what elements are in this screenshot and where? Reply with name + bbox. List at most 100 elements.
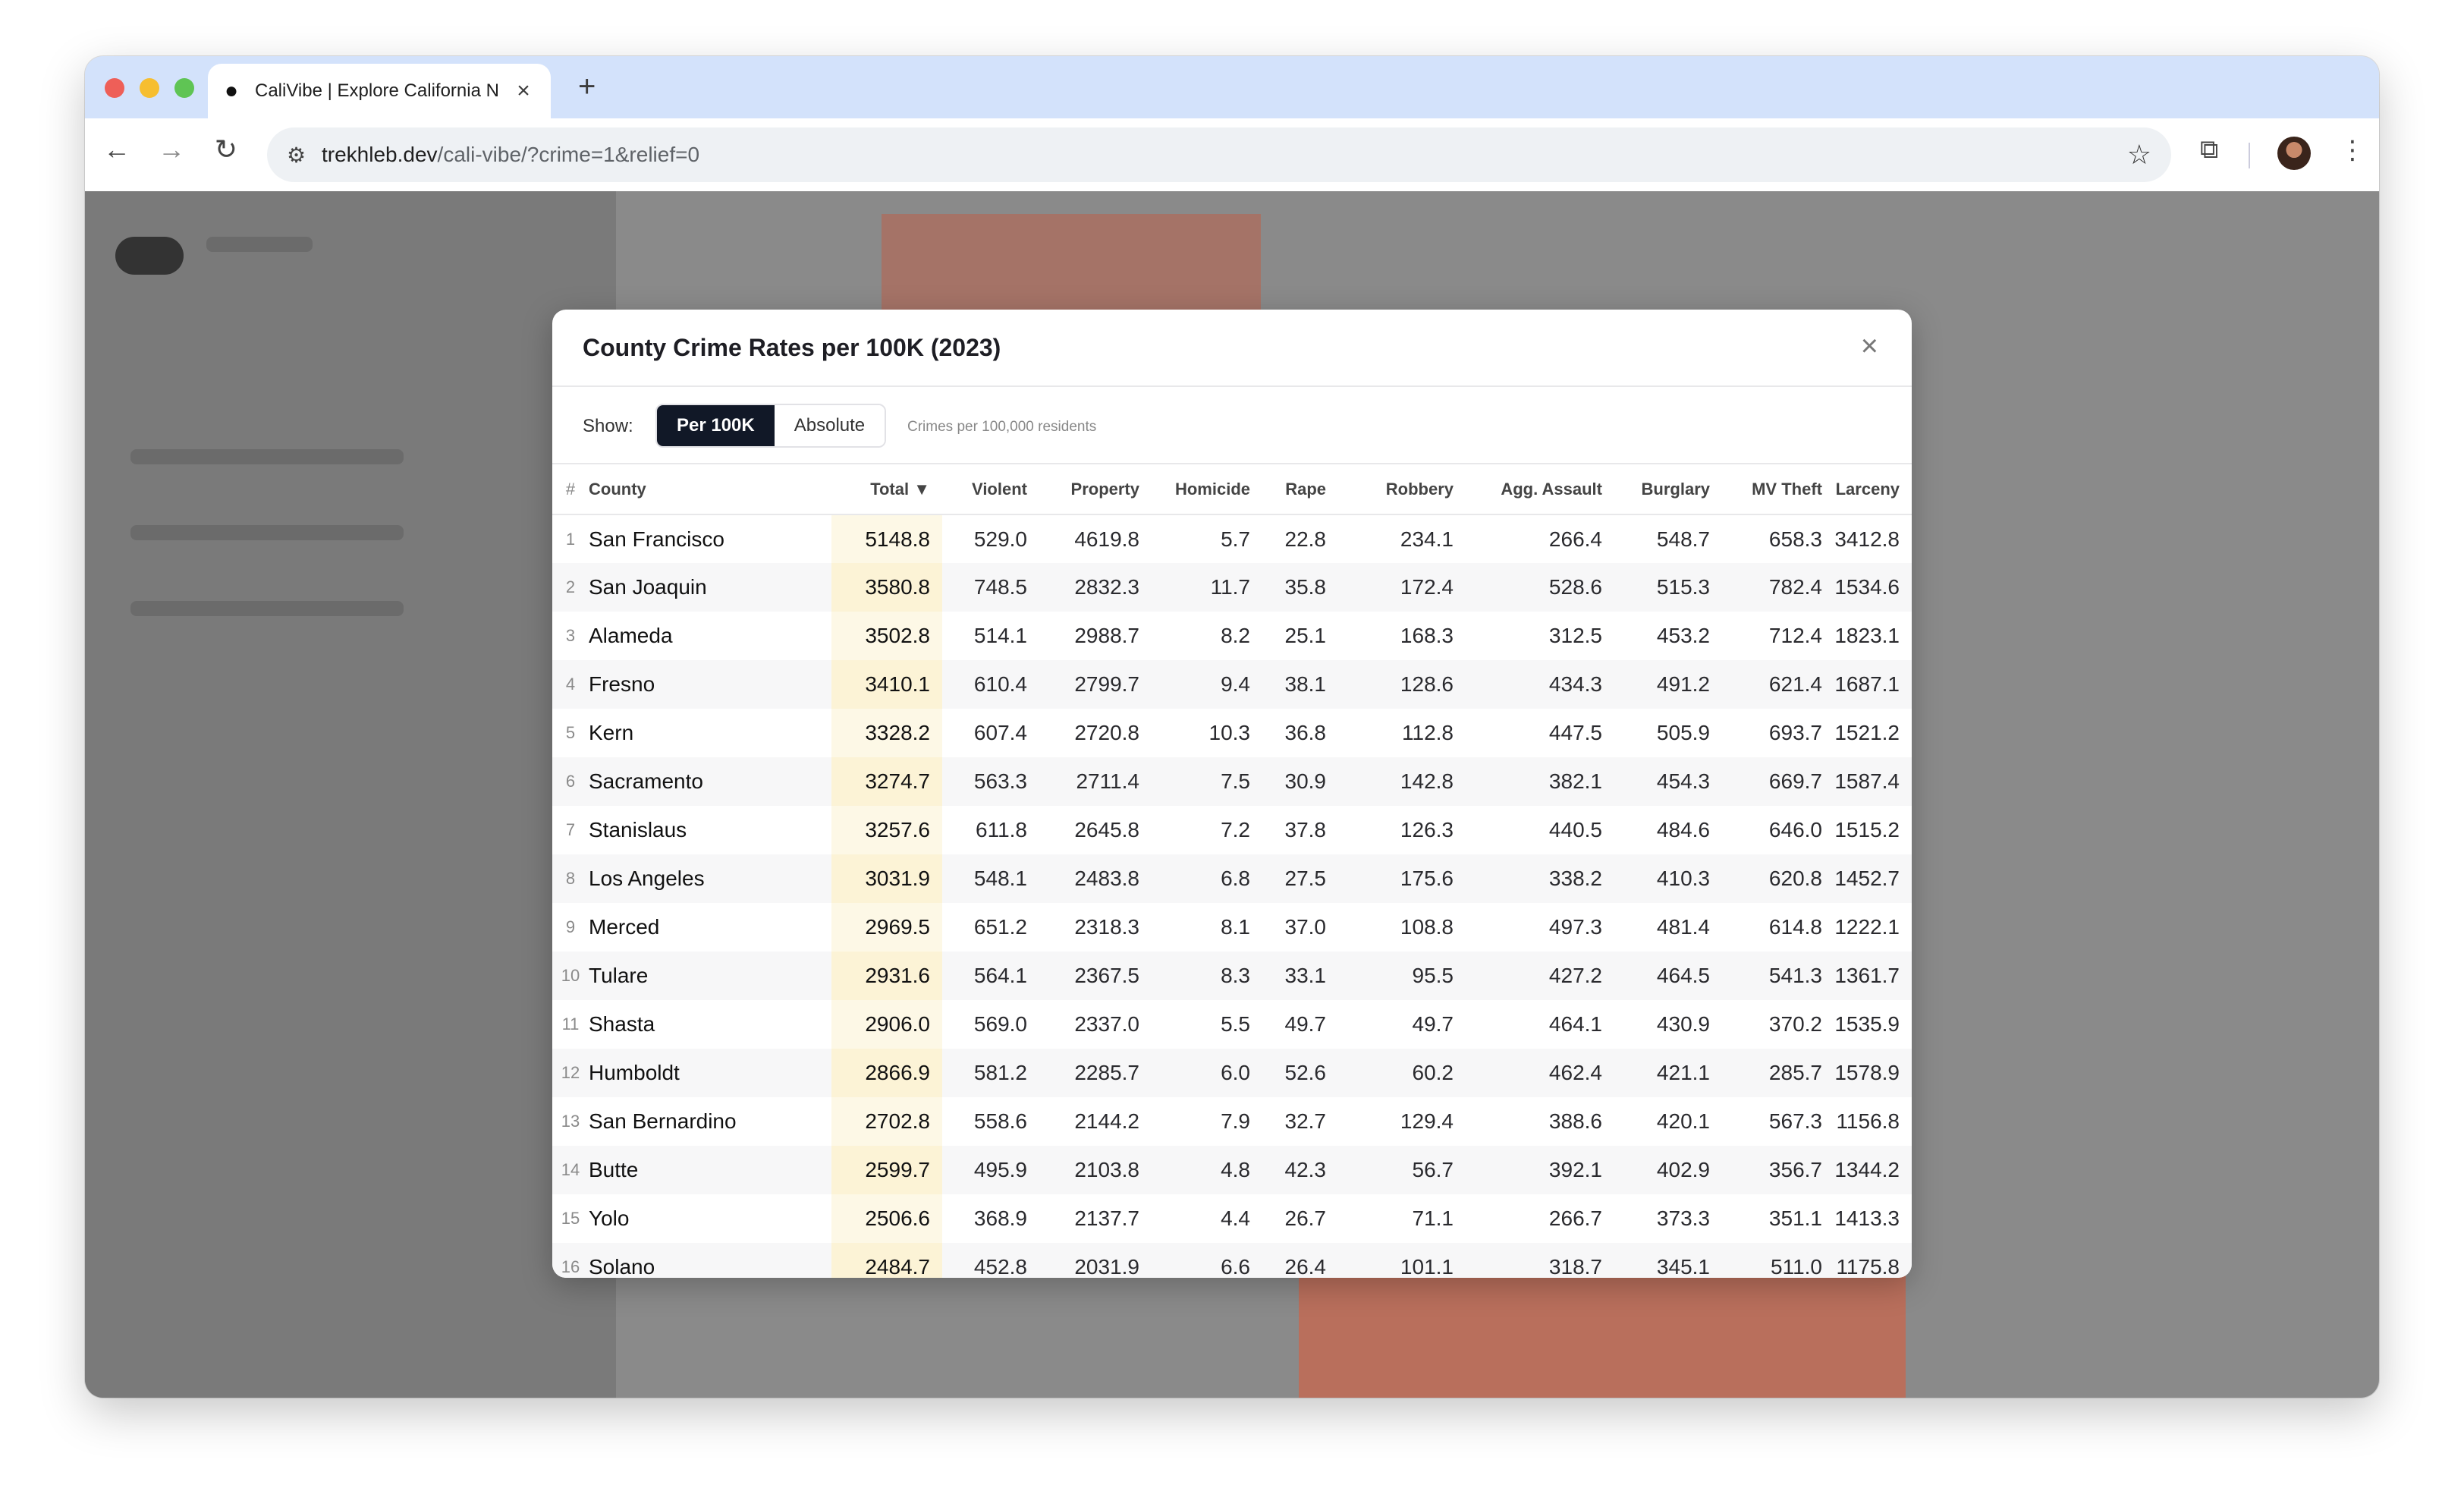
col-header-county[interactable]: County bbox=[589, 464, 831, 515]
violent-cell: 514.1 bbox=[973, 624, 1027, 647]
forward-arrow-icon[interactable]: → bbox=[150, 134, 193, 165]
rape-cell: 37.0 bbox=[1284, 915, 1327, 939]
agg-assault-cell: 427.2 bbox=[1466, 952, 1614, 1000]
blurred-text bbox=[130, 601, 404, 616]
table-header-row: # County Total ▼ Violent Property Homici… bbox=[552, 464, 1912, 515]
table-row[interactable]: 1 San Francisco 5148.8 529.0 4619.8 5.7 22.8 23… bbox=[552, 514, 1912, 563]
mv-theft-cell: 782.4 bbox=[1722, 563, 1834, 612]
table-body: 1 San Francisco 5148.8 529.0 4619.8 5.7 22.8 23… bbox=[552, 514, 1912, 1278]
col-header-property[interactable]: Property bbox=[1039, 464, 1152, 515]
maximize-window-button[interactable] bbox=[174, 78, 194, 98]
back-arrow-icon[interactable]: ← bbox=[96, 134, 138, 165]
agg-assault-cell: 318.7 bbox=[1466, 1243, 1614, 1278]
reload-icon[interactable]: ↻ bbox=[205, 134, 247, 165]
total-cell: 2506.6 bbox=[831, 1194, 942, 1243]
burglary-cell: 464.5 bbox=[1614, 952, 1722, 1000]
larceny-cell: 1587.4 bbox=[1834, 757, 1912, 806]
rank-cell: 16 bbox=[552, 1243, 589, 1278]
property-cell: 2337.0 bbox=[1074, 1012, 1139, 1036]
property-cell: 2483.8 bbox=[1039, 854, 1152, 903]
per-100k-button[interactable]: Per 100K bbox=[657, 405, 775, 446]
col-header-larceny[interactable]: Larceny bbox=[1834, 464, 1912, 515]
browser-tab[interactable]: ● CaliVibe | Explore California N × bbox=[208, 64, 551, 118]
table-row[interactable]: 4 Fresno 3410.1 610.4 2799.7 9.4 38.1 128.6 434.… bbox=[552, 660, 1912, 709]
homicide-cell: 7.2 bbox=[1221, 818, 1250, 842]
county-cell: San Bernardino bbox=[589, 1109, 737, 1133]
larceny-cell: 1344.2 bbox=[1834, 1146, 1912, 1194]
table-row[interactable]: 13 San Bernardino 2702.8 558.6 2144.2 7.9 32.7… bbox=[552, 1097, 1912, 1146]
larceny-cell: 1413.3 bbox=[1834, 1206, 1900, 1230]
table-row[interactable]: 3 Alameda 3502.8 514.1 2988.7 8.2 25.1 168.3 312… bbox=[552, 612, 1912, 660]
col-header-homicide[interactable]: Homicide bbox=[1152, 464, 1262, 515]
agg-assault-cell: 462.4 bbox=[1466, 1049, 1614, 1097]
col-header-total[interactable]: Total ▼ bbox=[831, 464, 942, 515]
col-header-violent[interactable]: Violent bbox=[942, 464, 1039, 515]
property-cell: 2137.7 bbox=[1074, 1206, 1139, 1230]
burglary-cell: 505.9 bbox=[1656, 721, 1710, 744]
table-row[interactable]: 9 Merced 2969.5 651.2 2318.3 8.1 37.0 108.8 497.… bbox=[552, 903, 1912, 952]
homicide-cell: 6.8 bbox=[1152, 854, 1262, 903]
robbery-cell: 60.2 bbox=[1338, 1049, 1466, 1097]
total-cell: 2906.0 bbox=[831, 1000, 942, 1049]
col-header-mv-theft[interactable]: MV Theft bbox=[1722, 464, 1834, 515]
violent-cell: 611.8 bbox=[976, 818, 1027, 842]
rank-cell: 11 bbox=[561, 1015, 580, 1033]
property-cell: 2988.7 bbox=[1074, 624, 1139, 647]
table-row[interactable]: 16 Solano 2484.7 452.8 2031.9 6.6 26.4 101.1 318… bbox=[552, 1243, 1912, 1278]
mv-theft-cell: 712.4 bbox=[1768, 624, 1822, 647]
menu-kebab-icon[interactable]: ⋮ bbox=[2340, 135, 2365, 165]
agg-assault-cell: 440.5 bbox=[1548, 818, 1602, 842]
extensions-icon[interactable]: ⧉ bbox=[2200, 135, 2218, 165]
larceny-cell: 1823.1 bbox=[1834, 624, 1900, 647]
property-cell: 2318.3 bbox=[1074, 915, 1139, 939]
unit-toggle: Per 100K Absolute bbox=[655, 404, 887, 448]
close-icon[interactable]: × bbox=[1861, 329, 1878, 363]
table-row[interactable]: 12 Humboldt 2866.9 581.2 2285.7 6.0 52.6 60.2 46… bbox=[552, 1049, 1912, 1097]
table-row[interactable]: 2 San Joaquin 3580.8 748.5 2832.3 11.7 35.8 172… bbox=[552, 563, 1912, 612]
total-cell: 3274.7 bbox=[831, 757, 942, 806]
table-row[interactable]: 6 Sacramento 3274.7 563.3 2711.4 7.5 30.9 142.8… bbox=[552, 757, 1912, 806]
col-header-burglary[interactable]: Burglary bbox=[1614, 464, 1722, 515]
rape-cell: 36.8 bbox=[1284, 721, 1327, 744]
rank-cell: 4 bbox=[552, 660, 589, 709]
agg-assault-cell: 497.3 bbox=[1548, 915, 1602, 939]
table-row[interactable]: 8 Los Angeles 3031.9 548.1 2483.8 6.8 27.5 175.… bbox=[552, 854, 1912, 903]
table-row[interactable]: 7 Stanislaus 3257.6 611.8 2645.8 7.2 37.8 126.3… bbox=[552, 806, 1912, 854]
close-window-button[interactable] bbox=[105, 78, 124, 98]
profile-avatar[interactable] bbox=[2277, 137, 2311, 170]
larceny-cell: 1535.9 bbox=[1834, 1012, 1900, 1036]
table-row[interactable]: 5 Kern 3328.2 607.4 2720.8 10.3 36.8 112.8 447.5… bbox=[552, 709, 1912, 757]
unit-hint: Crimes per 100,000 residents bbox=[907, 419, 1097, 435]
new-tab-button[interactable]: + bbox=[578, 70, 596, 104]
table-row[interactable]: 11 Shasta 2906.0 569.0 2337.0 5.5 49.7 49.7 464.… bbox=[552, 1000, 1912, 1049]
agg-assault-cell: 528.6 bbox=[1466, 563, 1614, 612]
col-header-rank: # bbox=[552, 464, 589, 515]
table-row[interactable]: 10 Tulare 2931.6 564.1 2367.5 8.3 33.1 95.5 427.… bbox=[552, 952, 1912, 1000]
violent-cell: 607.4 bbox=[973, 721, 1027, 744]
site-settings-icon[interactable]: ⚙ bbox=[287, 143, 322, 168]
rape-cell: 26.7 bbox=[1284, 1206, 1327, 1230]
tab-close-icon[interactable]: × bbox=[513, 78, 534, 104]
url-text[interactable]: trekhleb.dev/cali-vibe/?crime=1&relief=0 bbox=[322, 143, 2127, 167]
rank-cell: 3 bbox=[565, 626, 576, 645]
minimize-window-button[interactable] bbox=[140, 78, 159, 98]
rank-cell: 10 bbox=[552, 952, 589, 1000]
homicide-cell: 8.2 bbox=[1221, 624, 1250, 647]
crime-rates-modal: County Crime Rates per 100K (2023) × Sho… bbox=[552, 310, 1912, 1278]
rank-cell: 7 bbox=[565, 820, 576, 839]
bookmark-star-icon[interactable]: ☆ bbox=[2127, 139, 2151, 171]
address-bar[interactable]: ⚙ trekhleb.dev/cali-vibe/?crime=1&relief… bbox=[267, 127, 2171, 182]
col-header-agg-assault[interactable]: Agg. Assault bbox=[1466, 464, 1614, 515]
mv-theft-cell: 693.7 bbox=[1768, 721, 1822, 744]
robbery-cell: 126.3 bbox=[1400, 818, 1454, 842]
table-row[interactable]: 14 Butte 2599.7 495.9 2103.8 4.8 42.3 56.7 392.1… bbox=[552, 1146, 1912, 1194]
violent-cell: 368.9 bbox=[973, 1206, 1027, 1230]
absolute-button[interactable]: Absolute bbox=[774, 405, 885, 446]
col-header-rape[interactable]: Rape bbox=[1262, 464, 1338, 515]
rape-cell: 35.8 bbox=[1262, 563, 1338, 612]
robbery-cell: 234.1 bbox=[1400, 527, 1454, 551]
mv-theft-cell: 285.7 bbox=[1722, 1049, 1834, 1097]
larceny-cell: 1578.9 bbox=[1834, 1049, 1912, 1097]
table-row[interactable]: 15 Yolo 2506.6 368.9 2137.7 4.4 26.7 71.1 266.7 3… bbox=[552, 1194, 1912, 1243]
col-header-robbery[interactable]: Robbery bbox=[1338, 464, 1466, 515]
